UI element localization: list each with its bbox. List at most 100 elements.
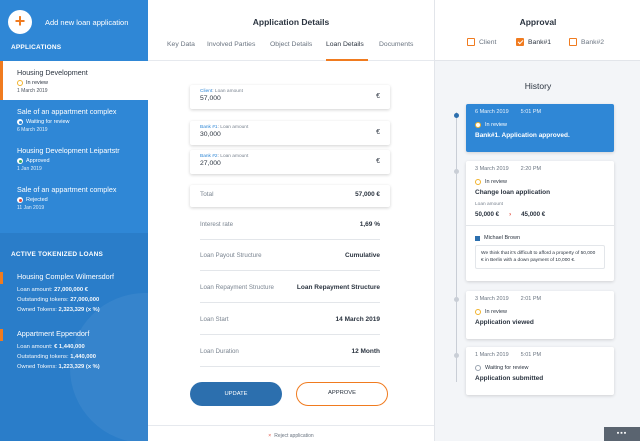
repayment-structure-row: Loan Repayment Structure Loan Repayment … [200, 273, 380, 303]
tokenized-loan-item[interactable]: Appartment Eppendorf Loan amount: € 1,44… [0, 329, 148, 372]
status: In review [485, 179, 508, 185]
field-value: 30,000 [200, 131, 221, 138]
payout-structure-row: Loan Payout Structure Cumulative [200, 241, 380, 271]
checkbox-label: Bank#2 [581, 38, 605, 46]
detail-label: Loan Duration [200, 348, 239, 355]
label: Outstanding tokens: [17, 297, 69, 303]
application-status: Approved [17, 158, 148, 164]
entry-status: In review [475, 179, 605, 185]
approval-title: Approval [519, 17, 557, 27]
application-status: Rejected [17, 197, 148, 203]
label: Outstanding tokens: [17, 354, 69, 360]
application-item[interactable]: Housing Development In review 1 March 20… [0, 61, 148, 100]
waiting-icon [17, 119, 23, 125]
application-status: In review [17, 80, 148, 86]
history-entry[interactable]: 1 March 2019 5:01 PM Waiting for review A… [466, 347, 614, 395]
tab-object-details[interactable]: Object Details [270, 41, 312, 61]
approval-checkbox-client[interactable]: Client [467, 38, 496, 46]
tab-loan-details[interactable]: Loan Details [326, 41, 368, 61]
application-status: Waiting for review [17, 119, 148, 125]
reject-label: Reject application [274, 433, 314, 439]
application-item[interactable]: Housing Development Leipartstr Approved … [0, 139, 148, 178]
approval-checkbox-bank1[interactable]: Bank#1 [516, 38, 551, 46]
grid-icon[interactable]: ▪▪▪ [604, 427, 640, 441]
checkbox-icon [467, 38, 475, 46]
application-item[interactable]: Sale of an appartment complex Waiting fo… [0, 100, 148, 139]
tab-documents[interactable]: Documents [379, 41, 413, 61]
time: 5:01 PM [520, 352, 542, 358]
close-icon: × [268, 433, 272, 439]
field-label: Bank #2: Loan amount [200, 154, 380, 159]
entry-date: 3 March 2019 2:20 PM [475, 166, 605, 172]
approved-icon [17, 158, 23, 164]
application-date: 1 March 2019 [17, 88, 48, 94]
date: 3 March 2019 [475, 166, 509, 172]
field-value: 57,000 [200, 95, 221, 102]
total-value: 57,000 € [355, 191, 380, 198]
status-text: In review [26, 80, 49, 86]
value: 27,000,000 [70, 297, 100, 303]
amount-label: Loan amount [475, 202, 504, 207]
tab-involved-parties[interactable]: Involved Parties [207, 41, 255, 61]
approval-checkbox-bank2[interactable]: Bank#2 [569, 38, 604, 46]
applications-heading: APPLICATIONS [11, 44, 62, 51]
amount-change: 50,000 € › 45,000 € [475, 211, 605, 218]
token-owned: Owned Tokens: 1,223,329 (x %) [17, 362, 148, 372]
tab-key-data[interactable]: Key Data [167, 41, 195, 61]
in-review-icon [475, 122, 481, 128]
application-date: 6 March 2019 [17, 127, 48, 133]
history-entry[interactable]: 3 March 2019 2:20 PM In review Change loa… [466, 161, 614, 281]
field-label: Client: Loan amount [200, 89, 380, 94]
timeline-dot [454, 113, 459, 118]
detail-label: Loan Payout Structure [200, 252, 262, 259]
value: 27,000,000 € [54, 287, 88, 293]
approve-button[interactable]: APPROVE [296, 382, 388, 406]
active-marker [0, 329, 3, 341]
status: Waiting for review [485, 365, 529, 371]
entry-date: 1 March 2019 5:01 PM [475, 352, 605, 358]
waiting-icon [475, 365, 481, 371]
detail-value: Loan Repayment Structure [296, 284, 380, 291]
in-review-icon [475, 309, 481, 315]
token-owned: Owned Tokens: 2,323,329 (x %) [17, 305, 148, 315]
token-name: Appartment Eppendorf [17, 329, 90, 338]
status-text: Rejected [26, 197, 48, 203]
reject-application-link[interactable]: × Reject application [148, 433, 434, 439]
euro-icon: € [376, 158, 380, 165]
checkbox-icon [569, 38, 577, 46]
to-value: 45,000 € [521, 211, 546, 218]
in-review-icon [17, 80, 23, 86]
euro-icon: € [376, 93, 380, 100]
details-tabs: Key Data Involved Parties Object Details… [148, 41, 434, 61]
entry-status: Waiting for review [475, 365, 605, 371]
comment-text: We think that it's difficult to afford a… [475, 245, 605, 269]
application-details-panel: Application Details Key Data Involved Pa… [148, 0, 434, 441]
status-text: Waiting for review [26, 119, 70, 125]
history-entry[interactable]: 3 March 2019 2:01 PM In review Applicatio… [466, 291, 614, 339]
add-loan-application-button[interactable]: + Add new loan application [8, 10, 128, 34]
timeline-line [456, 112, 457, 382]
checkbox-checked-icon [516, 38, 524, 46]
update-button[interactable]: UPDATE [190, 382, 282, 406]
client-loan-amount-field[interactable]: Client: Loan amount 57,000 € [190, 85, 390, 109]
value: 1,223,329 (x %) [58, 364, 100, 370]
detail-label: Loan Start [200, 316, 229, 323]
value: 1,440,000 [70, 354, 96, 360]
bank1-loan-amount-field[interactable]: Bank #1: Loan amount 30,000 € [190, 121, 390, 145]
bank2-loan-amount-field[interactable]: Bank #2: Loan amount 27,000 € [190, 150, 390, 174]
entry-date: 6 March 2019 5:01 PM [475, 109, 605, 115]
application-item[interactable]: Sale of an appartment complex Rejected 1… [0, 178, 148, 217]
applications-list: Housing Development In review 1 March 20… [0, 61, 148, 217]
field-value: 27,000 [200, 160, 221, 167]
application-name: Sale of an appartment complex [17, 185, 117, 194]
detail-value: 1,69 % [359, 221, 380, 228]
token-outstanding: Outstanding tokens: 27,000,000 [17, 295, 148, 305]
user-name: Michael Brown [484, 235, 521, 241]
application-name: Housing Development Leipartstr [17, 146, 120, 155]
tokenized-loan-item[interactable]: Housing Complex Wilmersdorf Loan amount:… [0, 272, 148, 315]
detail-value: 14 March 2019 [335, 316, 380, 323]
approval-section: Approval Client Bank#1 Bank#2 [435, 0, 640, 61]
history-entry[interactable]: 6 March 2019 5:01 PM In review Bank#1. Ap… [466, 104, 614, 152]
value: € 1,440,000 [54, 344, 85, 350]
detail-label: Loan Repayment Structure [200, 284, 274, 291]
